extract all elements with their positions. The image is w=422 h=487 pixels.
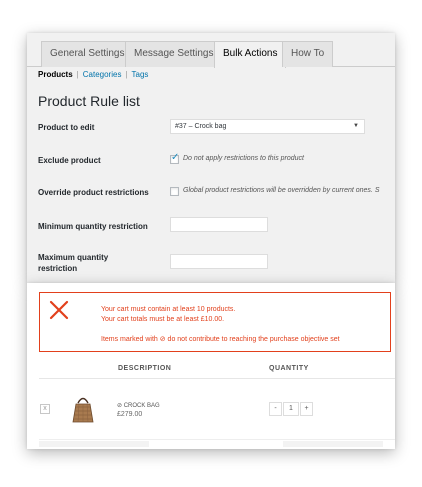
subnav-products[interactable]: Products xyxy=(38,70,73,79)
exclude-product-description: Do not apply restrictions to this produc… xyxy=(183,155,305,162)
quantity-stepper: - 1 + xyxy=(269,402,314,416)
subnav-tags[interactable]: Tags xyxy=(132,70,149,79)
sub-navigation: Products | Categories | Tags xyxy=(38,70,148,79)
quantity-input[interactable]: 1 xyxy=(283,402,299,416)
cart-table-header: DESCRIPTION QUANTITY xyxy=(39,360,395,379)
product-to-edit-label: Product to edit xyxy=(38,123,95,132)
quantity-increase-button[interactable]: + xyxy=(300,402,313,416)
faded-cart-footer-left xyxy=(39,441,149,447)
override-restrictions-checkbox[interactable] xyxy=(170,187,179,196)
max-quantity-label-line2: restriction xyxy=(38,264,78,273)
error-notice: Your cart must contain at least 10 produ… xyxy=(39,292,391,352)
quantity-decrease-button[interactable]: - xyxy=(269,402,282,416)
faded-cart-footer-right xyxy=(283,441,383,447)
max-quantity-label-line1: Maximum quantity xyxy=(38,253,109,262)
subnav-categories[interactable]: Categories xyxy=(83,70,122,79)
cart-panel: Your cart must contain at least 10 produ… xyxy=(27,283,395,449)
subnav-separator: | xyxy=(125,70,128,79)
remove-item-button[interactable]: x xyxy=(40,404,50,414)
notice-min-products: Your cart must contain at least 10 produ… xyxy=(101,306,236,313)
column-quantity: QUANTITY xyxy=(269,365,309,372)
product-select-value: #37 – Crock bag xyxy=(175,123,227,130)
min-quantity-label: Minimum quantity restriction xyxy=(38,222,148,231)
notice-min-total: Your cart totals must be at least £10.00… xyxy=(101,316,225,323)
tab-bar: General Settings Message Settings Bulk A… xyxy=(27,41,395,68)
tab-message-settings[interactable]: Message Settings xyxy=(125,41,223,67)
page-title: Product Rule list xyxy=(38,93,140,109)
chevron-down-icon: ▼ xyxy=(353,123,359,129)
close-x-icon xyxy=(49,300,69,320)
subnav-separator: | xyxy=(76,70,79,79)
min-quantity-input[interactable] xyxy=(170,217,268,232)
notice-excluded-items: Items marked with ⊘ do not contribute to… xyxy=(101,336,340,343)
product-thumbnail[interactable] xyxy=(67,393,99,425)
product-select[interactable]: #37 – Crock bag ▼ xyxy=(170,119,365,134)
tab-general-settings[interactable]: General Settings xyxy=(41,41,134,67)
product-name-link[interactable]: ⊘ CROCK BAG xyxy=(117,402,160,409)
checkmark-icon: ✓ xyxy=(171,152,180,163)
max-quantity-input[interactable] xyxy=(170,254,268,269)
table-divider xyxy=(39,439,395,440)
exclude-product-label: Exclude product xyxy=(38,156,101,165)
override-restrictions-description: Global product restrictions will be over… xyxy=(183,187,380,194)
settings-panel: General Settings Message Settings Bulk A… xyxy=(27,33,395,283)
product-price: £279.00 xyxy=(117,411,143,418)
max-quantity-label: Maximum quantity restriction xyxy=(38,252,108,274)
column-description: DESCRIPTION xyxy=(118,365,172,372)
exclude-product-checkbox[interactable]: ✓ xyxy=(170,152,180,164)
tab-bulk-actions[interactable]: Bulk Actions xyxy=(214,41,287,68)
override-restrictions-label: Override product restrictions xyxy=(38,188,149,197)
tab-how-to[interactable]: How To xyxy=(282,41,334,67)
